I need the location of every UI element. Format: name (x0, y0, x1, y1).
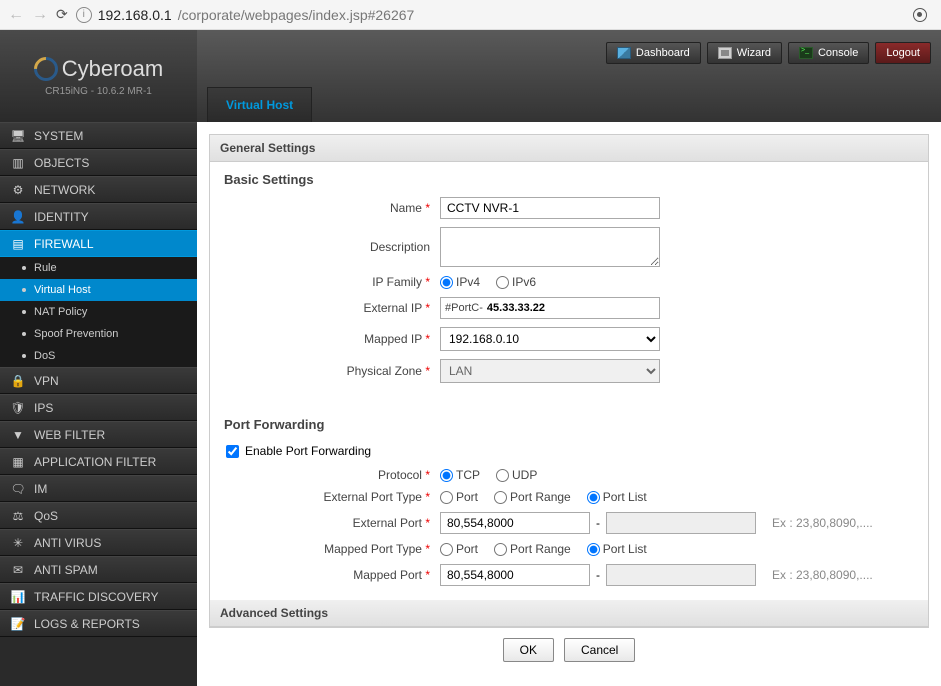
general-settings-header: General Settings (210, 135, 928, 162)
mapped-ip-select[interactable]: 192.168.0.10 (440, 327, 660, 351)
tab-virtual-host[interactable]: Virtual Host (207, 87, 312, 122)
nav-network[interactable]: ⚙NETWORK (0, 176, 197, 203)
topbar: Dashboard Wizard Console Logout Virtual … (197, 30, 941, 122)
nav-im[interactable]: 🗨IM (0, 475, 197, 502)
nav-system[interactable]: 🖥SYSTEM (0, 122, 197, 149)
dashboard-button[interactable]: Dashboard (606, 42, 701, 64)
back-icon[interactable]: ← (8, 6, 24, 24)
external-port-input[interactable] (440, 512, 590, 534)
nav-objects[interactable]: ▥OBJECTS (0, 149, 197, 176)
advanced-settings-header[interactable]: Advanced Settings (210, 600, 928, 627)
nav-anti-virus[interactable]: ✳ANTI VIRUS (0, 529, 197, 556)
port-forwarding-header: Port Forwarding (210, 407, 928, 438)
nav-icon: ▤ (10, 237, 26, 251)
nav-icon: ⚙ (10, 183, 26, 197)
subnav-spoof-prevention[interactable]: Spoof Prevention (0, 323, 197, 345)
version-text: CR15iNG - 10.6.2 MR-1 (45, 86, 152, 97)
info-icon[interactable]: i (76, 7, 92, 23)
brand-name: Cyberoam (62, 56, 163, 82)
map-port-radio[interactable] (440, 543, 453, 556)
nav-icon: ⚖ (10, 509, 26, 523)
subnav-rule[interactable]: Rule (0, 257, 197, 279)
url-path: /corporate/webpages/index.jsp#26267 (178, 7, 415, 23)
bullet-icon (22, 354, 26, 358)
reload-icon[interactable]: ⟳ (56, 6, 68, 23)
nav-icon: 📊 (10, 590, 26, 604)
dashboard-icon (617, 47, 631, 59)
nav-icon: 🛡 (10, 401, 26, 415)
logout-button[interactable]: Logout (875, 42, 931, 64)
nav-icon: 👤 (10, 210, 26, 224)
ext-port-radio[interactable] (440, 491, 453, 504)
nav-logs-reports[interactable]: 📝LOGS & REPORTS (0, 610, 197, 637)
console-icon (799, 47, 813, 59)
nav-vpn[interactable]: 🔒VPN (0, 367, 197, 394)
external-port-end-input (606, 512, 756, 534)
tcp-radio[interactable] (440, 469, 453, 482)
nav-icon: ✳ (10, 536, 26, 550)
nav-icon: 🖥 (10, 129, 26, 143)
bullet-icon (22, 266, 26, 270)
ext-portlist-radio[interactable] (587, 491, 600, 504)
nav-application-filter[interactable]: ▦APPLICATION FILTER (0, 448, 197, 475)
nav-ips[interactable]: 🛡IPS (0, 394, 197, 421)
address-bar[interactable]: i 192.168.0.1/corporate/webpages/index.j… (76, 7, 905, 23)
url-host: 192.168.0.1 (98, 7, 172, 23)
wizard-icon (718, 47, 732, 59)
subnav-dos[interactable]: DoS (0, 345, 197, 367)
nav-firewall[interactable]: ▤FIREWALL (0, 230, 197, 257)
nav-anti-spam[interactable]: ✉ANTI SPAM (0, 556, 197, 583)
name-input[interactable] (440, 197, 660, 219)
map-portrange-radio[interactable] (494, 543, 507, 556)
ipv4-radio[interactable] (440, 276, 453, 289)
bullet-icon (22, 288, 26, 292)
sidebar: Cyberoam CR15iNG - 10.6.2 MR-1 🖥SYSTEM▥O… (0, 30, 197, 686)
nav-identity[interactable]: 👤IDENTITY (0, 203, 197, 230)
description-input[interactable] (440, 227, 660, 267)
subnav-nat-policy[interactable]: NAT Policy (0, 301, 197, 323)
wizard-button[interactable]: Wizard (707, 42, 782, 64)
nav-icon: 🔒 (10, 374, 26, 388)
browser-toolbar: ← → ⟳ i 192.168.0.1/corporate/webpages/i… (0, 0, 941, 30)
nav-qos[interactable]: ⚖QoS (0, 502, 197, 529)
physical-zone-select[interactable]: LAN (440, 359, 660, 383)
ok-button[interactable]: OK (503, 638, 554, 662)
nav-icon: 🗨 (10, 482, 26, 496)
nav-web-filter[interactable]: ▼WEB FILTER (0, 421, 197, 448)
map-portlist-radio[interactable] (587, 543, 600, 556)
console-button[interactable]: Console (788, 42, 869, 64)
ipv6-radio[interactable] (496, 276, 509, 289)
nav-icon: ✉ (10, 563, 26, 577)
cancel-button[interactable]: Cancel (564, 638, 635, 662)
subnav-virtual-host[interactable]: Virtual Host (0, 279, 197, 301)
logo-icon (29, 52, 63, 86)
nav-icon: 📝 (10, 617, 26, 631)
nav-icon: ▦ (10, 455, 26, 469)
mapped-port-input[interactable] (440, 564, 590, 586)
mapped-port-end-input (606, 564, 756, 586)
bullet-icon (22, 332, 26, 336)
udp-radio[interactable] (496, 469, 509, 482)
nav-traffic-discovery[interactable]: 📊TRAFFIC DISCOVERY (0, 583, 197, 610)
enable-pf-checkbox[interactable] (226, 445, 239, 458)
forward-icon[interactable]: → (32, 6, 48, 24)
nav-icon: ▥ (10, 156, 26, 170)
nav-icon: ▼ (10, 428, 26, 442)
logo-area: Cyberoam CR15iNG - 10.6.2 MR-1 (0, 30, 197, 122)
external-ip-select[interactable]: #PortC- 45.33.33.22 (440, 297, 660, 319)
bullet-icon (22, 310, 26, 314)
basic-settings-header: Basic Settings (210, 162, 928, 193)
ext-portrange-radio[interactable] (494, 491, 507, 504)
target-icon[interactable] (913, 8, 927, 22)
